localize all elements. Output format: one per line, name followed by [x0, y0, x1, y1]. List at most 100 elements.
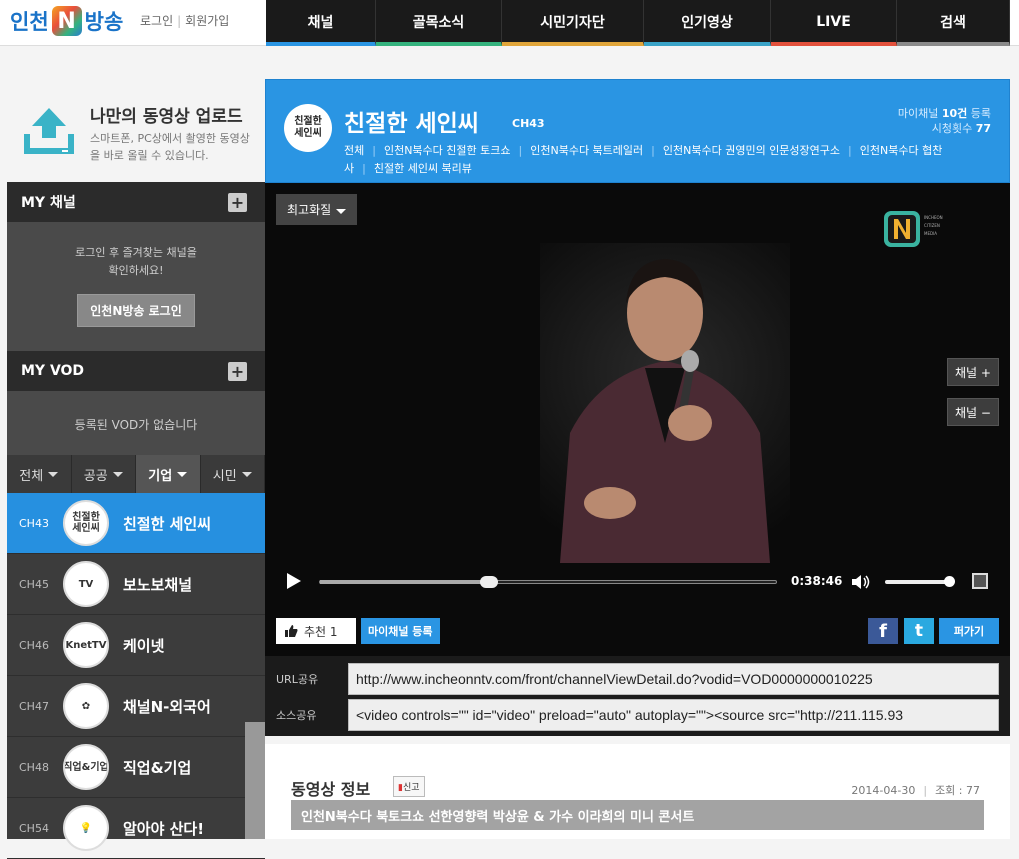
- add-channel-plus-icon[interactable]: +: [228, 193, 247, 212]
- play-icon[interactable]: [287, 573, 301, 589]
- source-share-field[interactable]: <video controls="" id="video" preload="a…: [348, 699, 999, 731]
- upload-title: 나만의 동영상 업로드: [90, 107, 243, 127]
- my-channel-register-button[interactable]: 마이채널 등록: [361, 618, 440, 644]
- report-button[interactable]: ▮신고: [393, 776, 425, 797]
- channel-item-number: CH47: [19, 699, 49, 713]
- watermark-logo-icon: INCHEON CITIZEN MEDIA: [884, 211, 943, 247]
- nav-item-5[interactable]: 검색: [897, 0, 1010, 46]
- volume-slider[interactable]: [885, 576, 955, 587]
- nav-item-1[interactable]: 골목소식: [376, 0, 502, 46]
- main-content: 친절한 세인씨 친절한 세인씨 CH43 마이채널 10건 등록 시청횟수 77…: [265, 79, 1010, 736]
- nav-item-4[interactable]: LIVE: [771, 0, 897, 46]
- video-info: 동영상 정보 ▮신고 2014-04-30 | 조회 : 77 인천N북수다 북토크…: [265, 744, 1010, 839]
- my-channel-msg-1: 로그인 후 즐겨찾는 채널을: [75, 246, 197, 259]
- channel-link-1[interactable]: 인천N북수다 친절한 토크쇼: [384, 144, 511, 157]
- logo-n-icon: N: [51, 6, 82, 36]
- signup-link[interactable]: 회원가입: [185, 14, 229, 28]
- share-code-panel: URL공유 http://www.incheonntv.com/front/ch…: [265, 656, 1010, 736]
- channel-link-0[interactable]: 전체: [344, 144, 364, 157]
- category-tab-1[interactable]: 공공: [72, 455, 136, 493]
- chevron-down-icon: [336, 209, 347, 214]
- quality-select[interactable]: 최고화질: [276, 194, 358, 225]
- channel-item-name: 케이넷: [123, 636, 165, 655]
- source-share-label: 소스공유: [276, 709, 317, 722]
- my-channel-msg-2: 확인하세요!: [108, 264, 164, 277]
- my-channel-title: MY 채널: [21, 195, 76, 211]
- nav-item-3[interactable]: 인기영상: [644, 0, 771, 46]
- site-logo[interactable]: 인천 N 방송: [10, 6, 123, 36]
- twitter-icon[interactable]: t: [904, 618, 934, 644]
- chevron-down-icon: [177, 471, 188, 477]
- category-tab-label: 전체: [19, 468, 44, 484]
- channel-item-logo: 직업&기업: [63, 744, 109, 790]
- channel-list-item[interactable]: CH43 친절한 세인씨 친절한 세인씨: [7, 493, 265, 554]
- player-controls: 0:38:46: [265, 563, 1010, 601]
- sidebar-scrollbar[interactable]: [245, 722, 265, 839]
- channel-list-item[interactable]: CH46 KnetTV 케이넷: [7, 615, 265, 676]
- my-channel-box: 로그인 후 즐겨찾는 채널을 확인하세요! 인천N방송 로그인: [7, 222, 265, 351]
- upload-icon: [24, 108, 74, 154]
- channel-item-name: 알아야 산다!: [123, 819, 205, 838]
- my-vod-box: 등록된 VOD가 없습니다: [7, 391, 265, 455]
- volume-icon[interactable]: [851, 574, 871, 590]
- video-frame-speaker: [540, 243, 790, 563]
- fullscreen-icon[interactable]: [972, 573, 988, 589]
- seek-bar[interactable]: [319, 576, 777, 588]
- facebook-icon[interactable]: f: [868, 618, 898, 644]
- channel-item-number: CH43: [19, 516, 49, 530]
- my-channel-header: MY 채널 +: [7, 182, 265, 222]
- upload-promo[interactable]: 나만의 동영상 업로드 스마트폰, PC상에서 촬영한 동영상을 바로 올릴 수…: [0, 46, 266, 182]
- upload-desc: 스마트폰, PC상에서 촬영한 동영상을 바로 올릴 수 있습니다.: [90, 132, 250, 162]
- channel-item-number: CH48: [19, 760, 49, 774]
- my-vod-header: MY VOD +: [7, 351, 265, 391]
- channel-list-item[interactable]: CH54 💡 알아야 산다!: [7, 798, 265, 859]
- login-link[interactable]: 로그인: [140, 14, 173, 28]
- category-tab-3[interactable]: 시민: [201, 455, 265, 493]
- video-views: 조회 : 77: [935, 784, 980, 797]
- channel-link-5[interactable]: 친절한 세인씨 북리뷰: [374, 162, 472, 175]
- url-share-field[interactable]: http://www.incheonntv.com/front/channelV…: [348, 663, 999, 695]
- category-tab-label: 공공: [83, 468, 108, 484]
- channel-link-3[interactable]: 인천N북수다 권영민의 인문성장연구소: [663, 144, 840, 157]
- auth-links: 로그인 | 회원가입: [140, 14, 230, 28]
- svg-text:MEDIA: MEDIA: [924, 231, 937, 236]
- channel-item-number: CH45: [19, 577, 49, 591]
- category-tab-0[interactable]: 전체: [7, 455, 72, 493]
- nav-item-2[interactable]: 시민기자단: [502, 0, 644, 46]
- channel-item-logo: ✿: [63, 683, 109, 729]
- channel-item-name: 친절한 세인씨: [123, 514, 212, 533]
- video-info-heading: 동영상 정보: [291, 780, 371, 799]
- share-button[interactable]: 퍼가기: [939, 618, 999, 644]
- channel-item-name: 채널N-외국어: [123, 697, 211, 716]
- channel-up-button[interactable]: 채널 +: [947, 358, 999, 386]
- seek-progress: [320, 580, 490, 584]
- channel-item-logo: 친절한 세인씨: [63, 500, 109, 546]
- channel-category-links: 전체 | 인천N북수다 친절한 토크쇼 | 인천N북수다 북트레일러 | 인천N북수다 권영…: [344, 144, 943, 175]
- channel-item-name: 직업&기업: [123, 758, 192, 777]
- category-tab-2[interactable]: 기업: [136, 455, 201, 493]
- chevron-down-icon: [112, 471, 123, 477]
- video-meta: 2014-04-30 | 조회 : 77: [851, 784, 980, 797]
- main-nav: 채널 골목소식 시민기자단 인기영상 LIVE 검색: [266, 0, 1010, 46]
- video-player[interactable]: 최고화질 INCHEON CITIZEN MEDIA 채널 + 채널 − 0:3…: [265, 183, 1010, 611]
- volume-handle[interactable]: [944, 576, 955, 587]
- action-bar: 추천 1 마이채널 등록 f t 퍼가기: [265, 611, 1010, 656]
- category-tabs: 전체 공공 기업 시민: [7, 455, 265, 493]
- channel-number: CH43: [512, 117, 545, 130]
- category-tab-label: 기업: [148, 468, 173, 484]
- channel-link-2[interactable]: 인천N북수다 북트레일러: [530, 144, 643, 157]
- svg-text:CITIZEN: CITIZEN: [924, 223, 940, 228]
- recommend-button[interactable]: 추천 1: [276, 618, 356, 644]
- channel-down-button[interactable]: 채널 −: [947, 398, 999, 426]
- chevron-down-icon: [48, 471, 59, 477]
- seek-handle[interactable]: [480, 576, 499, 588]
- add-vod-plus-icon[interactable]: +: [228, 362, 247, 381]
- channel-item-logo: KnetTV: [63, 622, 109, 668]
- channel-stats: 마이채널 10건 등록 시청횟수 77: [897, 107, 991, 135]
- nav-item-0[interactable]: 채널: [266, 0, 376, 46]
- channel-list-item[interactable]: CH48 직업&기업 직업&기업: [7, 737, 265, 798]
- sidebar-login-button[interactable]: 인천N방송 로그인: [77, 294, 195, 327]
- url-share-label: URL공유: [276, 673, 319, 686]
- channel-list-item[interactable]: CH45 TV 보노보채널: [7, 554, 265, 615]
- channel-list-item[interactable]: CH47 ✿ 채널N-외국어: [7, 676, 265, 737]
